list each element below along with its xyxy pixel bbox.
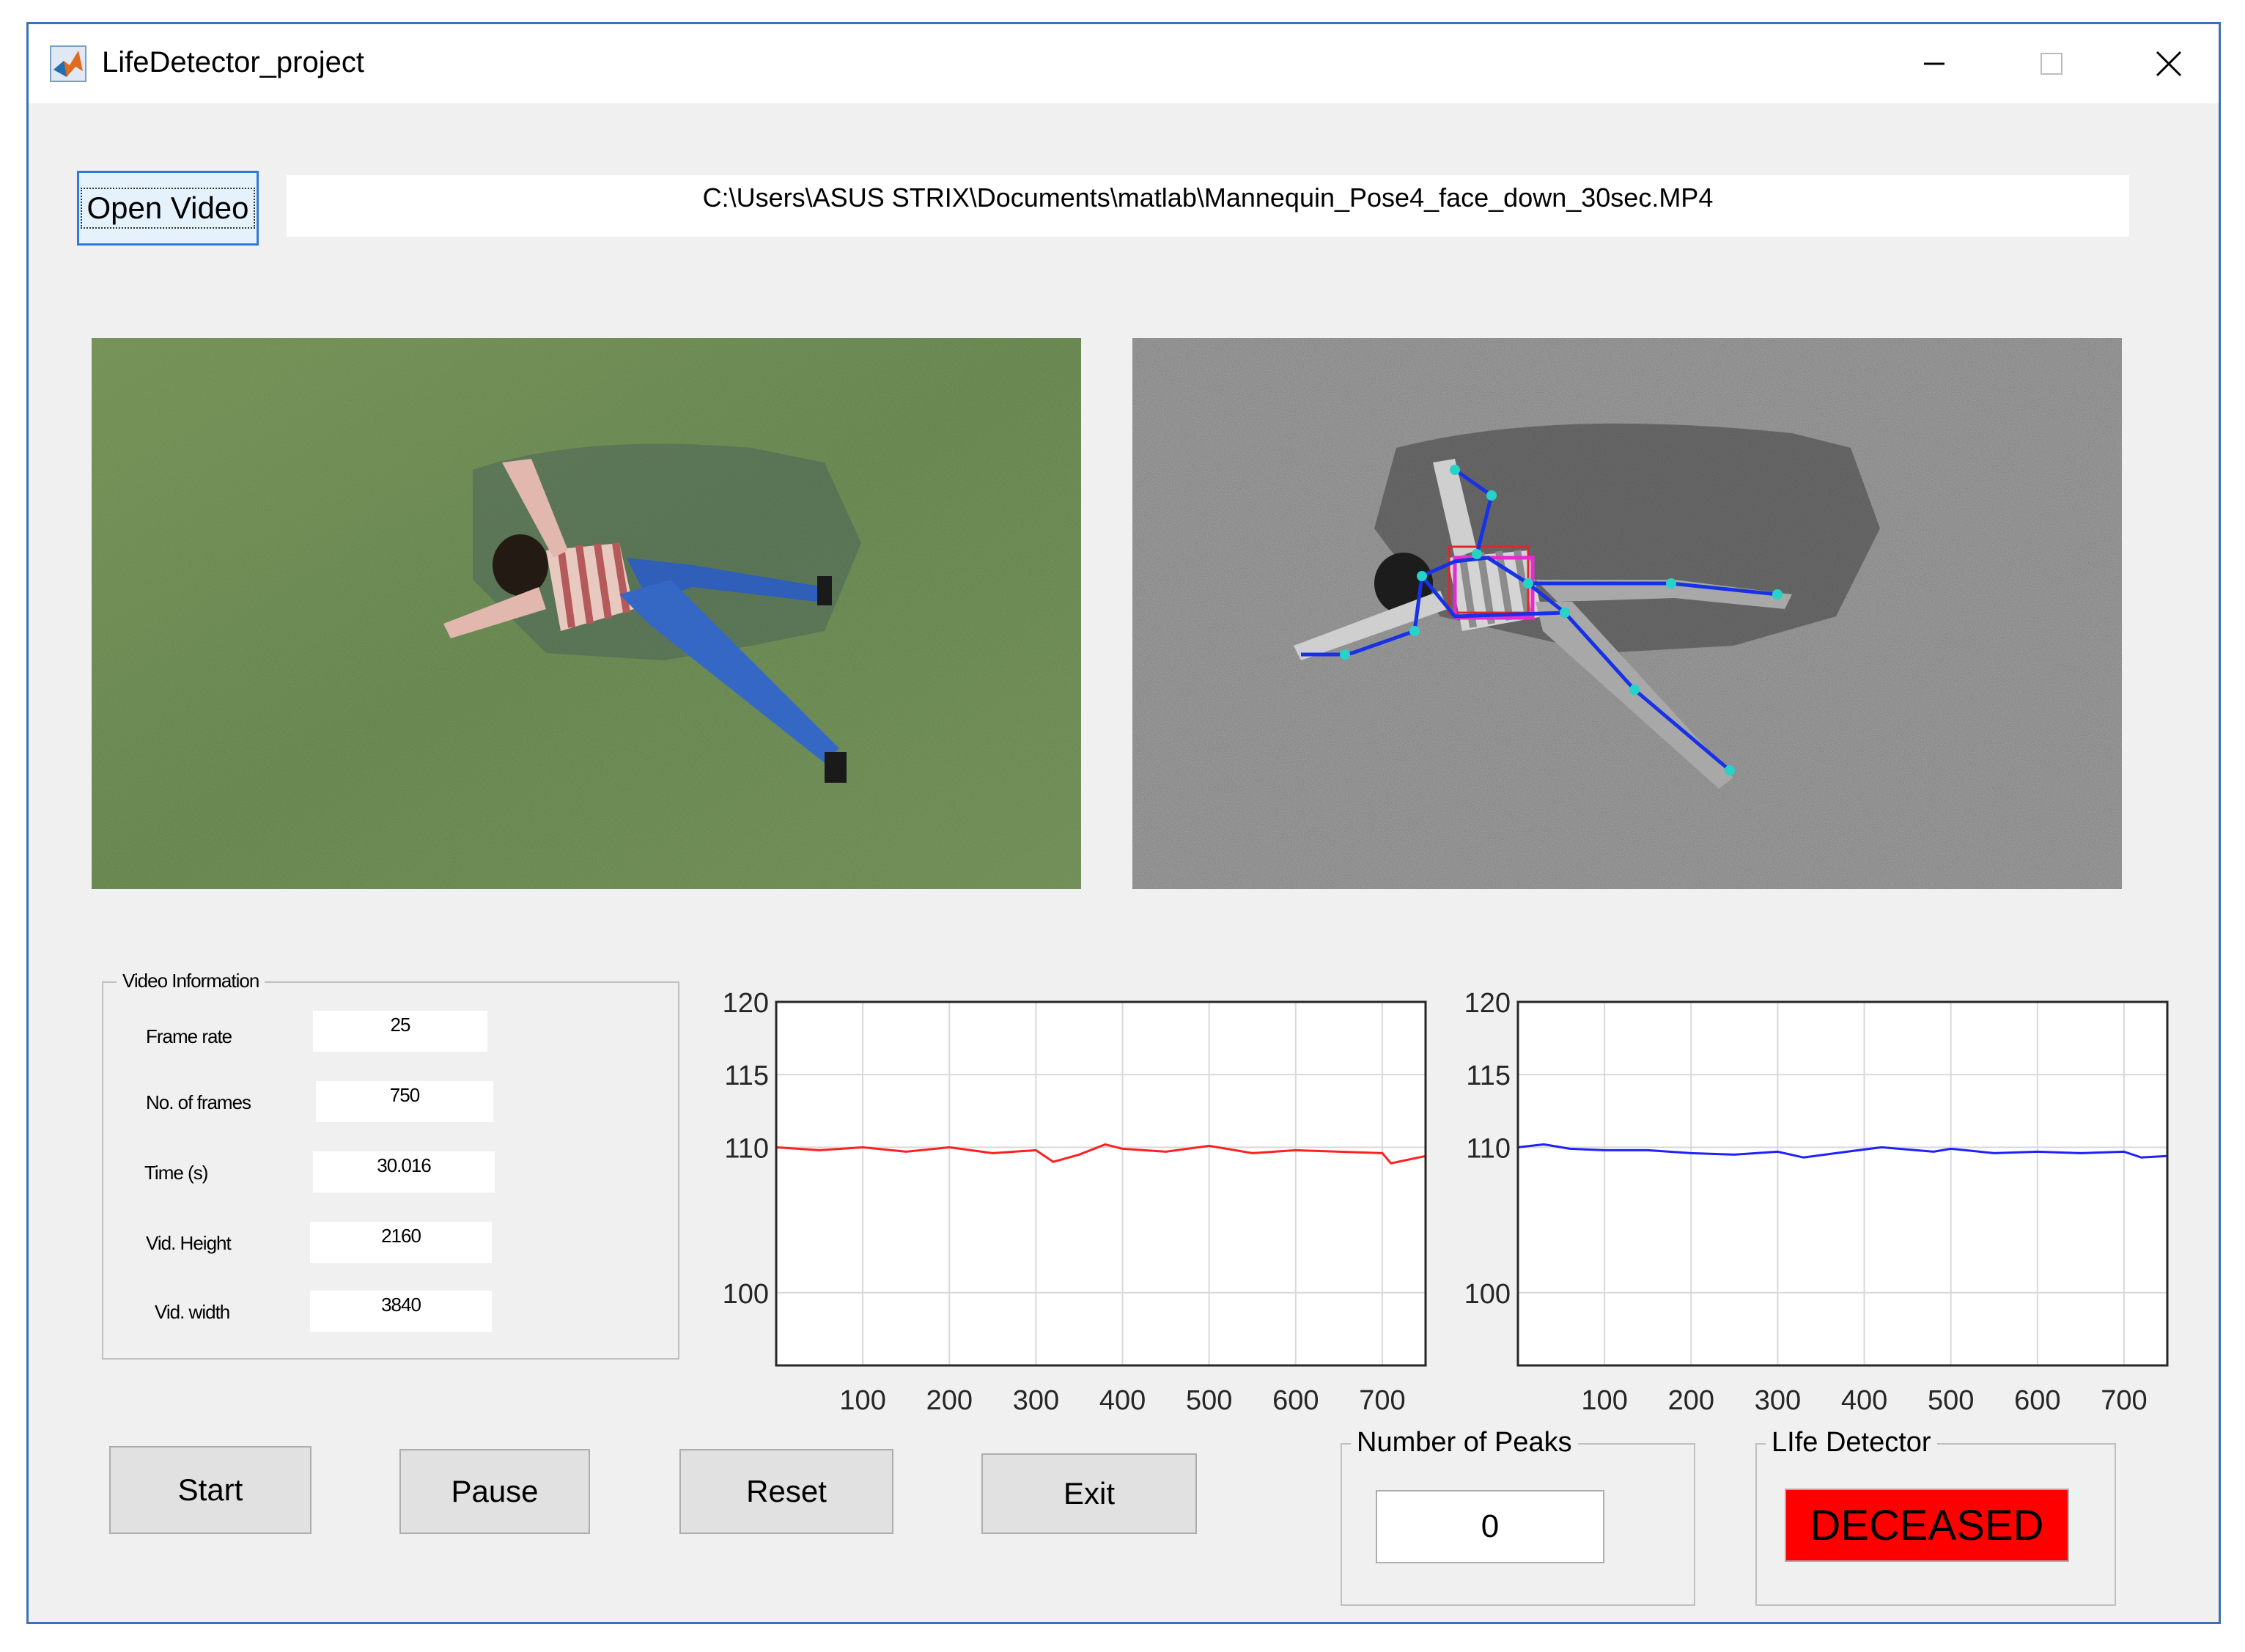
processed-video-frame [1132, 338, 2122, 889]
life-status: DECEASED [1785, 1489, 2069, 1562]
x-tick-label: 100 [839, 1385, 885, 1416]
plot-area [1518, 1002, 2167, 1365]
life-detector-title: LIfe Detector [1766, 1427, 1937, 1459]
peaks-value: 0 [1376, 1490, 1604, 1563]
x-tick-label: 600 [1272, 1385, 1319, 1416]
x-tick-label: 300 [1755, 1385, 1801, 1416]
frame-rate-label: Frame rate [146, 1025, 232, 1047]
matlab-icon [50, 45, 86, 82]
maximize-icon[interactable] [2022, 37, 2081, 90]
file-path-display: C:\Users\ASUS STRIX\Documents\matlab\Man… [287, 175, 2129, 237]
signal-plot-blue: 100 200 300 400 500 600 700 100 110 115 120 [1464, 988, 2169, 1416]
x-tick-label: 500 [1186, 1385, 1232, 1416]
video-info-title: Video Information [117, 970, 265, 992]
minimize-icon[interactable] [1905, 37, 1964, 90]
x-tick-label: 100 [1581, 1385, 1627, 1416]
height-label: Vid. Height [146, 1232, 232, 1254]
width-value: 3840 [310, 1291, 492, 1332]
exit-button[interactable]: Exit [981, 1453, 1197, 1534]
plot-area [776, 1002, 1426, 1365]
frames-label: No. of frames [146, 1091, 251, 1113]
open-video-button[interactable]: Open Video [77, 171, 259, 246]
pause-button[interactable]: Pause [399, 1449, 590, 1534]
reset-button[interactable]: Reset [679, 1449, 893, 1534]
x-tick-label: 200 [1668, 1385, 1714, 1416]
time-label: Time (s) [144, 1162, 208, 1184]
app-window: LifeDetector_project Open Video C:\Users… [26, 22, 2221, 1624]
y-tick-label: 100 [723, 1279, 769, 1310]
width-label: Vid. width [155, 1301, 230, 1323]
y-tick-label: 110 [724, 1133, 769, 1164]
y-tick-label: 120 [1464, 988, 1511, 1019]
open-video-label: Open Video [81, 188, 255, 229]
x-tick-label: 400 [1841, 1385, 1887, 1416]
x-tick-label: 300 [1013, 1385, 1059, 1416]
x-tick-label: 700 [1359, 1385, 1405, 1416]
x-tick-label: 400 [1099, 1385, 1146, 1416]
close-icon[interactable] [2139, 37, 2198, 90]
start-button[interactable]: Start [109, 1446, 312, 1534]
window-title: LifeDetector_project [102, 46, 364, 78]
time-value: 30.016 [313, 1151, 495, 1192]
y-tick-label: 120 [723, 988, 769, 1019]
height-value: 2160 [310, 1222, 492, 1263]
y-tick-label: 115 [724, 1061, 769, 1091]
x-tick-label: 600 [2014, 1385, 2060, 1416]
y-tick-label: 100 [1464, 1279, 1511, 1310]
peaks-title: Number of Peaks [1351, 1427, 1578, 1459]
frames-value: 750 [316, 1081, 493, 1122]
y-tick-label: 115 [1466, 1061, 1511, 1091]
signal-plot-red: 100 200 300 400 500 600 700 100 110 115 120 [723, 988, 1427, 1416]
title-bar: LifeDetector_project [29, 24, 2219, 103]
y-tick-label: 110 [1466, 1133, 1511, 1164]
x-tick-label: 700 [2101, 1385, 2147, 1416]
original-video-frame [92, 338, 1081, 889]
frame-rate-value: 25 [313, 1011, 487, 1052]
x-tick-label: 500 [1928, 1385, 1974, 1416]
x-tick-label: 200 [926, 1385, 973, 1416]
